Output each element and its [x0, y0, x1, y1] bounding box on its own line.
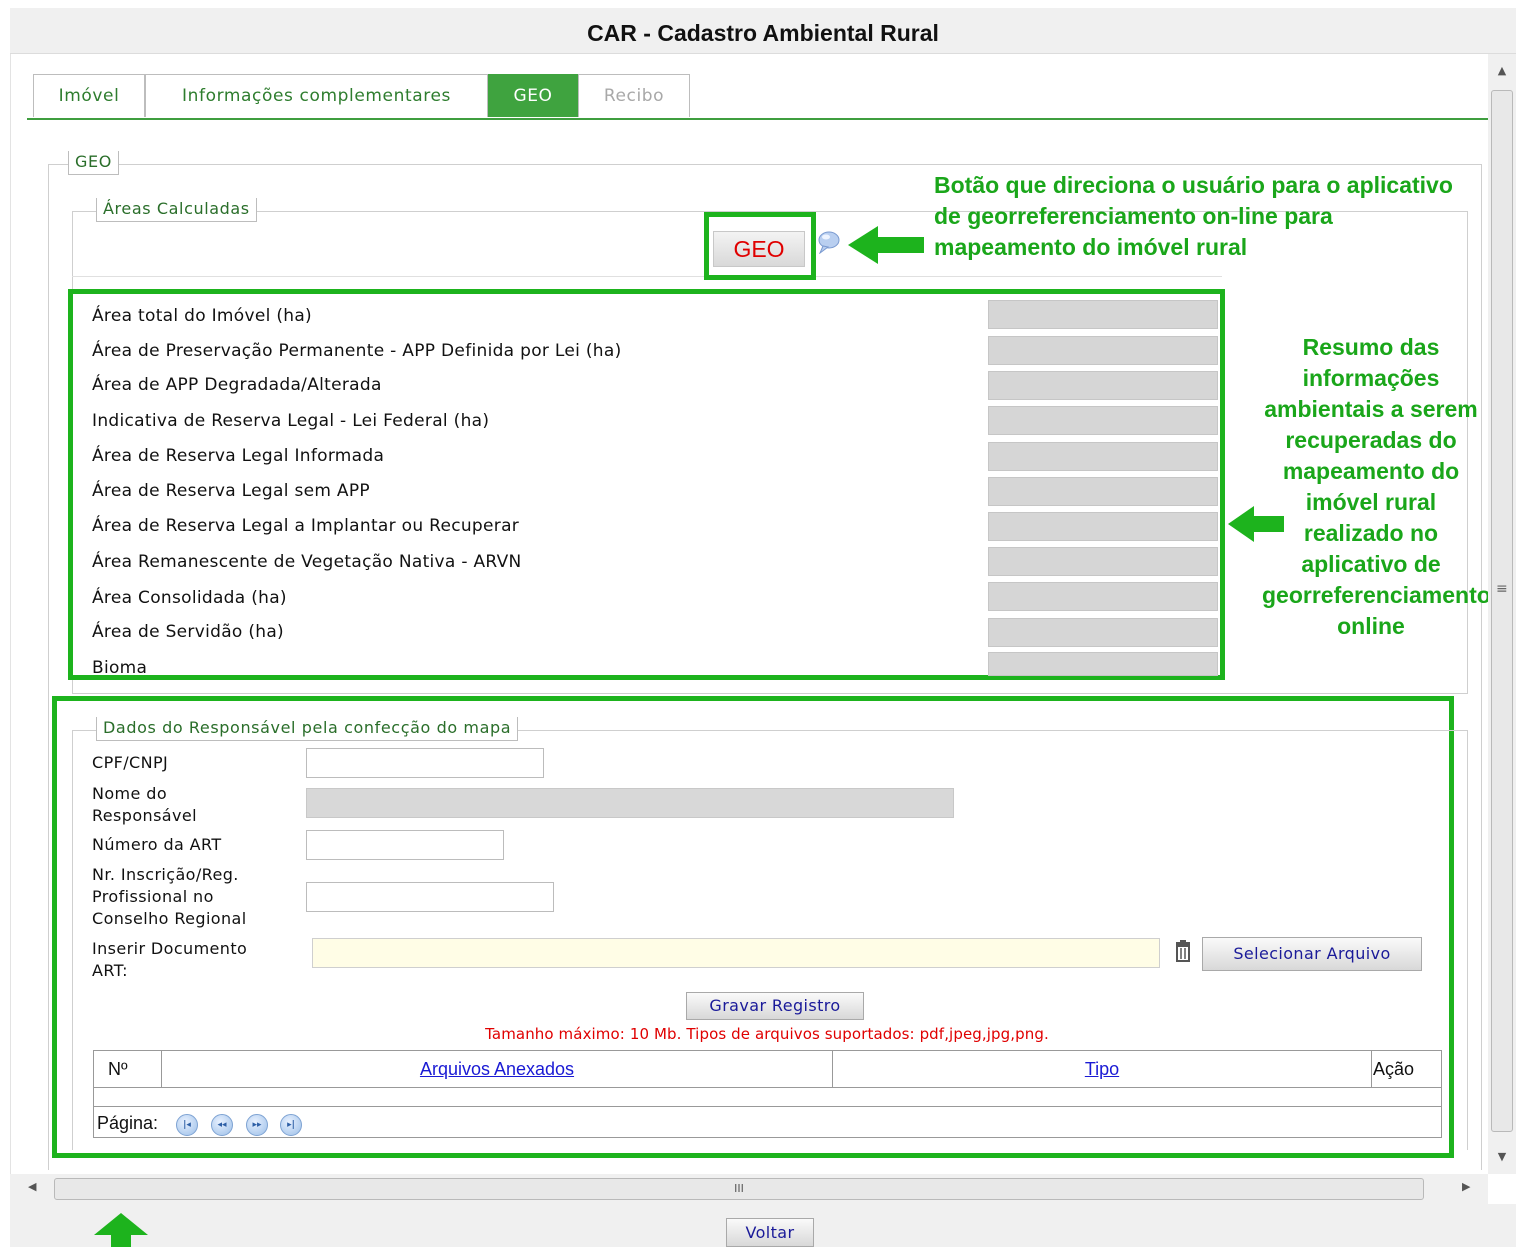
left-arrow-icon: [848, 226, 924, 264]
pager-label: Página:: [97, 1113, 159, 1133]
window-title: CAR - Cadastro Ambiental Rural: [587, 20, 939, 46]
area-row-label: Área de APP Degradada/Alterada: [92, 375, 382, 395]
tab-recibo: Recibo: [578, 74, 690, 117]
nome-input: [306, 788, 954, 818]
col-numero: Nº: [108, 1059, 128, 1079]
col-tipo[interactable]: Tipo: [833, 1051, 1371, 1088]
trash-icon[interactable]: [1172, 940, 1194, 964]
horizontal-scroll-thumb[interactable]: III: [54, 1178, 1424, 1200]
grip-icon: ≡: [1496, 581, 1508, 597]
area-row-label: Bioma: [92, 658, 148, 675]
scroll-down-icon[interactable]: ▼: [1488, 1150, 1516, 1163]
first-page-icon[interactable]: |◂: [176, 1114, 198, 1136]
nome-label: Nome do Responsável: [92, 784, 197, 825]
geo-button-callout: Botão que direciona o usuário para o apl…: [934, 172, 1453, 260]
col-arquivos-anexados[interactable]: Arquivos Anexados: [162, 1051, 832, 1088]
documento-file-field[interactable]: [312, 938, 1160, 968]
tab-informacoes-complementares[interactable]: Informações complementares: [145, 74, 488, 117]
art-input[interactable]: [306, 830, 504, 860]
arvn-field: [988, 547, 1218, 576]
summary-callout: Resumo das informações ambientais a sere…: [1262, 334, 1491, 639]
col-acao: Ação: [1373, 1059, 1415, 1079]
area-row-label: Área de Servidão (ha): [92, 622, 284, 642]
cpf-label: CPF/CNPJ: [92, 753, 169, 772]
area-total-field: [988, 300, 1218, 329]
window-titlebar: CAR - Cadastro Ambiental Rural: [10, 8, 1516, 54]
reserva-legal-informada-field: [988, 442, 1218, 471]
selecionar-arquivo-button[interactable]: Selecionar Arquivo: [1202, 937, 1422, 971]
area-servidao-field: [988, 618, 1218, 647]
areas-divider: [72, 276, 1222, 277]
reserva-legal-implantar-field: [988, 512, 1218, 541]
area-row-label: Área de Preservação Permanente - APP Def…: [92, 341, 622, 361]
app-lei-field: [988, 336, 1218, 365]
speech-bubble-icon[interactable]: [815, 230, 841, 254]
inscricao-input[interactable]: [306, 882, 554, 912]
vertical-scroll-thumb[interactable]: ≡: [1491, 90, 1513, 1132]
tab-geo[interactable]: GEO: [488, 74, 578, 117]
next-page-icon[interactable]: ▸▸: [246, 1114, 268, 1136]
scroll-right-icon[interactable]: ▶: [1462, 1180, 1470, 1193]
bioma-field: [988, 652, 1218, 676]
reserva-legal-federal-field: [988, 406, 1218, 435]
inscricao-label: Nr. Inscrição/Reg. Profissional no Conse…: [92, 865, 247, 928]
cpf-input[interactable]: [306, 748, 544, 778]
areas-calculadas-legend: Áreas Calculadas: [96, 198, 257, 222]
area-row-label: Área de Reserva Legal Informada: [92, 446, 385, 466]
up-arrow-icon: [94, 1213, 148, 1247]
gravar-registro-button[interactable]: Gravar Registro: [686, 992, 864, 1020]
area-row-label: Área total do Imóvel (ha): [92, 306, 312, 326]
tab-imovel[interactable]: Imóvel: [33, 74, 145, 117]
attachments-grid: Nº Arquivos Anexados Tipo Ação Página: |…: [93, 1050, 1442, 1138]
art-label: Número da ART: [92, 835, 222, 854]
horizontal-scrollbar[interactable]: ◀ III ▶: [10, 1174, 1488, 1204]
previous-page-icon[interactable]: ◂◂: [211, 1114, 233, 1136]
geo-legend: GEO: [68, 151, 119, 175]
grid-separator: [1371, 1051, 1372, 1088]
area-row-label: Área Consolidada (ha): [92, 588, 287, 608]
documento-label: Inserir Documento ART:: [92, 939, 248, 980]
vertical-scrollbar[interactable]: ▲ ≡ ▼: [1488, 54, 1516, 1174]
area-row-label: Área de Reserva Legal sem APP: [92, 481, 370, 501]
geo-app-button[interactable]: GEO: [713, 231, 805, 267]
area-consolidada-field: [988, 582, 1218, 611]
responsavel-legend: Dados do Responsável pela confecção do m…: [96, 717, 519, 741]
file-size-note: Tamanho máximo: 10 Mb. Tipos de arquivos…: [485, 1025, 1049, 1043]
area-row-label: Área de Reserva Legal a Implantar ou Rec…: [92, 516, 520, 536]
area-row-label: Indicativa de Reserva Legal - Lei Federa…: [92, 411, 490, 431]
last-page-icon[interactable]: ▸|: [280, 1114, 302, 1136]
scroll-grip: III: [734, 1182, 744, 1195]
scroll-left-icon[interactable]: ◀: [28, 1180, 36, 1193]
voltar-button[interactable]: Voltar: [726, 1218, 814, 1247]
area-row-label: Área Remanescente de Vegetação Nativa - …: [92, 552, 522, 572]
tab-underline: [27, 118, 1489, 120]
scroll-up-icon[interactable]: ▲: [1488, 64, 1516, 77]
app-degradada-field: [988, 371, 1218, 400]
reserva-legal-sem-app-field: [988, 477, 1218, 506]
